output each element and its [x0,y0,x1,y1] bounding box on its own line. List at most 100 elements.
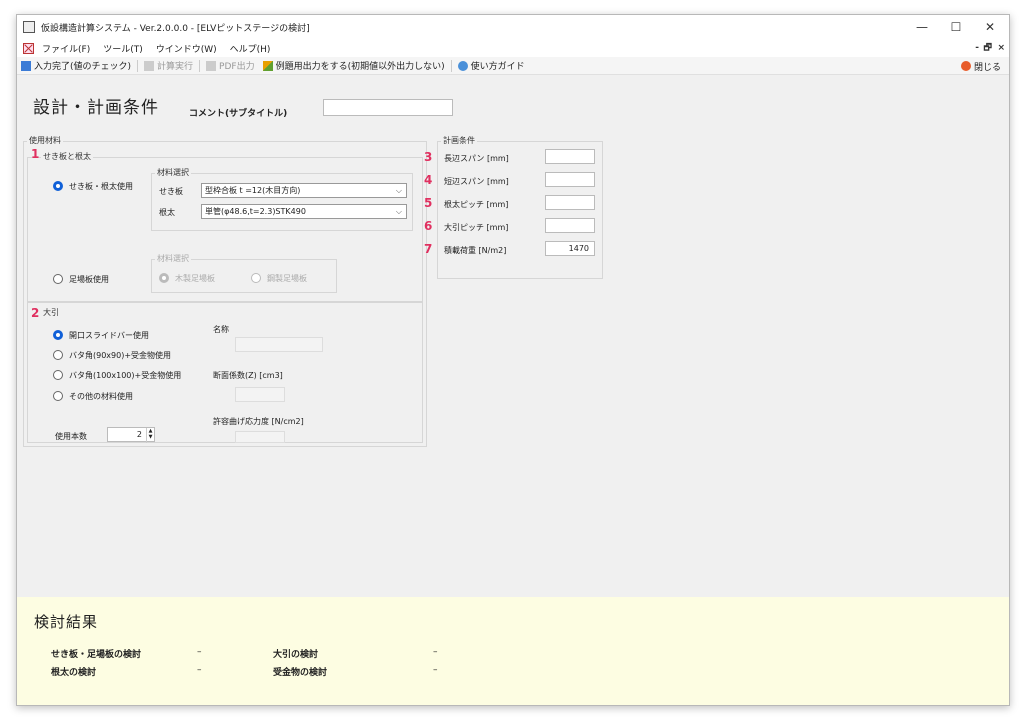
edit-icon [21,60,31,71]
radio-steel-scaffold[interactable] [251,273,261,283]
radio-wood-scaffold-label: 木製足場板 [175,274,215,283]
beam-modulus-input[interactable] [235,387,285,402]
close-icon [960,61,971,71]
title-bar: 仮設構造計算システム - Ver.2.0.0.0 - [ELVピットステージの検… [17,15,1009,39]
scaffold-select-label: 材料選択 [155,253,191,264]
plan-label: 計画条件 [441,135,477,146]
calc-button[interactable]: 計算実行 [140,59,197,72]
badge-2: 2 [31,306,40,320]
radio-scaffold-use-label: 足場板使用 [69,275,109,284]
sheathing-label: せき板と根太 [41,151,93,162]
load-input[interactable]: 1470 [545,241,595,256]
app-icon [23,21,35,33]
badge-7: 7 [424,242,433,256]
menu-help[interactable]: ヘルプ(H) [230,42,271,55]
page-title: 設計・計画条件 [33,98,159,118]
pdf-label: PDF出力 [219,62,255,72]
example-output-button[interactable]: 例題用出力をする(初期値以外出力しない) [259,59,449,72]
help-icon [457,60,468,71]
load-label: 積載荷重 [N/m2] [444,246,507,255]
window-title: 仮設構造計算システム - Ver.2.0.0.0 - [ELVピットステージの検… [41,23,310,34]
radio-beam-opt2-label: バタ角(90x90)+受金物使用 [69,351,172,360]
neda-select[interactable]: 単管(φ48.6,t=2.3)STK490 ⌵ [201,204,407,219]
maximize-button[interactable]: ☐ [939,15,973,39]
radio-steel-scaffold-label: 鋼製足場板 [267,274,307,283]
guide-label: 使い方ガイド [470,62,525,72]
input-done-label: 入力完了(値のチェック) [34,62,132,72]
close-window-button[interactable]: ✕ [973,15,1007,39]
mdi-restore-button[interactable]: 🗗 [984,39,992,57]
radio-beam-opt3[interactable] [53,370,63,380]
sekiita-select[interactable]: 型枠合板 t =12(木目方向) ⌵ [201,183,407,198]
chevron-down-icon: ⌵ [395,207,402,216]
beam-count-label: 使用本数 [55,432,87,441]
result-bracket-label: 受金物の検討 [273,668,328,678]
neda-label: 根太 [159,208,175,217]
radio-beam-opt4-label: その他の材料使用 [69,392,133,401]
sekiita-label: せき板 [159,187,183,196]
menu-window[interactable]: ウインドウ(W) [156,42,217,55]
radio-beam-opt1[interactable] [53,330,63,340]
long-span-input[interactable] [545,149,595,164]
beam-name-input[interactable] [235,337,323,352]
result-sheathing-value: – [197,647,202,657]
radio-sheathing-use-label: せき板・根太使用 [69,182,133,191]
result-neda-value: – [197,665,202,675]
long-span-label: 長辺スパン [mm] [444,154,509,163]
results-title: 検討結果 [34,613,99,631]
document-icon[interactable] [23,42,34,54]
badge-1: 1 [31,147,40,161]
toolbar-separator [199,59,201,72]
beam-count-stepper[interactable]: 2 ▲ ▼ [107,427,155,443]
beam-name-label: 名称 [213,325,229,334]
example-output-label: 例題用出力をする(初期値以外出力しない) [275,62,445,72]
radio-beam-opt4[interactable] [53,391,63,401]
radio-wood-scaffold[interactable] [159,273,169,283]
close-form-label: 閉じる [973,62,1001,73]
calc-label: 計算実行 [157,62,194,72]
input-done-button[interactable]: 入力完了(値のチェック) [17,59,135,72]
menu-tools[interactable]: ツール(T) [103,42,143,55]
radio-scaffold-use[interactable] [53,274,63,284]
calculator-icon [144,60,155,71]
toolbar-separator [450,59,452,72]
materials-label: 使用材料 [27,135,63,146]
result-beam-label: 大引の検討 [273,650,319,660]
minimize-button[interactable]: — [905,15,939,39]
neda-pitch-input[interactable] [545,195,595,210]
neda-value: 単管(φ48.6,t=2.3)STK490 [205,207,306,216]
result-sheathing-label: せき板・足場板の検討 [51,650,142,660]
badge-6: 6 [424,219,433,233]
short-span-input[interactable] [545,172,595,187]
radio-beam-opt1-label: 開口スライドバー使用 [69,331,149,340]
pdf-button[interactable]: PDF出力 [202,59,259,72]
radio-sheathing-use[interactable] [53,181,63,191]
toolbar-separator [137,59,139,72]
mdi-close-button[interactable]: × [997,39,1005,57]
chevron-down-icon: ⌵ [395,186,402,195]
beam-pitch-input[interactable] [545,218,595,233]
comment-input[interactable] [323,99,453,116]
radio-beam-opt2[interactable] [53,350,63,360]
radio-beam-opt3-label: バタ角(100x100)+受金物使用 [69,371,182,380]
comment-label: コメント(サブタイトル) [189,109,288,119]
beam-pitch-label: 大引ピッチ [mm] [444,223,509,232]
guide-button[interactable]: 使い方ガイド [454,59,529,72]
result-neda-label: 根太の検討 [51,668,97,678]
beam-modulus-label: 断面係数(Z) [cm3] [213,371,283,380]
spin-arrows-icon[interactable]: ▲ ▼ [146,428,154,443]
beam-stress-input[interactable] [235,431,285,443]
pencil-icon [262,60,273,71]
badge-4: 4 [424,173,433,187]
close-form-button[interactable]: 閉じる [960,57,1001,75]
badge-5: 5 [424,196,433,210]
menu-bar: ファイル(F) ツール(T) ウインドウ(W) ヘルプ(H) [17,39,1009,57]
menu-file[interactable]: ファイル(F) [42,42,90,55]
pdf-icon [206,60,217,71]
result-bracket-value: – [433,665,438,675]
beam-count-value: 2 [136,430,142,439]
results-panel: 検討結果 せき板・足場板の検討 – 大引の検討 – 根太の検討 – 受金物の検討… [17,597,1009,705]
mdi-minimize-button[interactable]: - [975,39,979,57]
sekiita-value: 型枠合板 t =12(木目方向) [205,186,301,195]
toolbar: 入力完了(値のチェック) 計算実行 PDF出力 例題用出力をする(初期値以外出力… [17,57,1009,75]
